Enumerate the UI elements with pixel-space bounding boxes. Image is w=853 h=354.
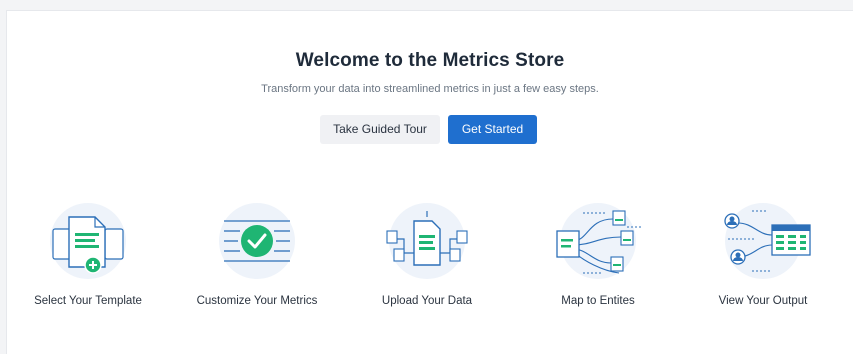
template-icon bbox=[33, 201, 143, 287]
take-guided-tour-button[interactable]: Take Guided Tour bbox=[320, 115, 440, 144]
page-title: Welcome to the Metrics Store bbox=[295, 50, 565, 71]
customize-check-icon bbox=[202, 201, 312, 287]
step-select-template: Select Your Template bbox=[13, 201, 163, 307]
upload-data-icon bbox=[372, 201, 482, 287]
step-map-entities: Map to Entites bbox=[523, 201, 673, 307]
map-entities-icon bbox=[543, 201, 653, 287]
step-label: Select Your Template bbox=[34, 295, 142, 307]
output-table-icon bbox=[708, 201, 818, 287]
step-view-output: View Your Output bbox=[688, 201, 838, 307]
step-label: Upload Your Data bbox=[381, 295, 473, 307]
step-label: Map to Entites bbox=[561, 295, 635, 307]
welcome-panel: Welcome to the Metrics Store Transform y… bbox=[6, 10, 853, 354]
step-label: View Your Output bbox=[718, 295, 808, 307]
step-customize-metrics: Customize Your Metrics bbox=[182, 201, 332, 307]
page-subtitle: Transform your data into streamlined met… bbox=[261, 83, 599, 95]
step-upload-data: Upload Your Data bbox=[352, 201, 502, 307]
get-started-button[interactable]: Get Started bbox=[448, 115, 537, 144]
step-label: Customize Your Metrics bbox=[196, 295, 318, 307]
